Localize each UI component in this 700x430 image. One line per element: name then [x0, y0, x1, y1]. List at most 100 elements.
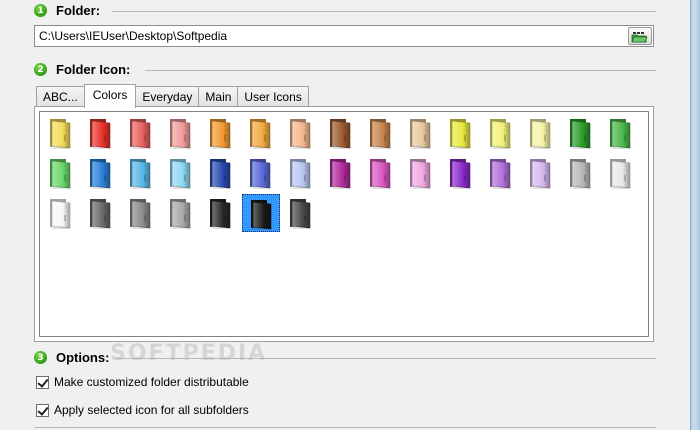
distributable-checkbox[interactable]: [36, 375, 49, 389]
open-folder-icon: [631, 32, 648, 43]
folder-icon-option[interactable]: [562, 114, 600, 152]
folder-icon-option[interactable]: [162, 194, 200, 232]
folder-icon-option[interactable]: [442, 114, 480, 152]
folder-icon-option[interactable]: [242, 154, 280, 192]
folder-icon: [210, 119, 231, 149]
folder-section-divider: [112, 11, 656, 12]
folder-icon-option[interactable]: [42, 114, 80, 152]
step-3-badge: 3: [34, 351, 47, 364]
folder-icon-option[interactable]: [522, 154, 560, 192]
distributable-option[interactable]: Make customized folder distributable: [36, 374, 249, 390]
folder-icon: [130, 199, 151, 229]
step-2-badge: 2: [34, 63, 47, 76]
folder-icon-option[interactable]: [162, 114, 200, 152]
folder-icon-option[interactable]: [122, 114, 160, 152]
folder-icon-option[interactable]: [202, 194, 240, 232]
folder-icon: [370, 159, 391, 189]
folder-icon-option[interactable]: [402, 154, 440, 192]
folder-icon-option[interactable]: [562, 154, 600, 192]
subfolders-checkbox[interactable]: [36, 403, 49, 417]
folder-icon-option[interactable]: [82, 154, 120, 192]
folder-icon-option[interactable]: [602, 114, 640, 152]
folder-icon: [250, 119, 271, 149]
folder-icon: [210, 159, 231, 189]
folder-icon: [90, 119, 111, 149]
folder-icon: [610, 119, 631, 149]
folder-icon-option[interactable]: [242, 114, 280, 152]
folder-icon: [210, 199, 231, 229]
folder-path-input[interactable]: C:\Users\IEUser\Desktop\Softpedia: [34, 25, 654, 47]
folder-icon-option[interactable]: [82, 194, 120, 232]
distributable-label: Make customized folder distributable: [54, 375, 249, 389]
folder-icon-option[interactable]: [242, 194, 280, 232]
options-section-title: Options:: [56, 350, 110, 365]
folder-icon-option[interactable]: [482, 114, 520, 152]
folder-icon: [530, 159, 551, 189]
tab-user-icons[interactable]: User Icons: [237, 86, 309, 107]
folder-icon-option[interactable]: [122, 154, 160, 192]
folder-icon-option[interactable]: [482, 154, 520, 192]
softpedia-watermark: SOFTPEDIA: [110, 341, 268, 366]
folder-icon: [370, 119, 391, 149]
window-frame-right: [690, 0, 700, 430]
folder-icon: [251, 200, 272, 230]
tab-main[interactable]: Main: [198, 86, 239, 107]
folder-icon: [130, 119, 151, 149]
folder-icon-option[interactable]: [282, 154, 320, 192]
subfolders-label: Apply selected icon for all subfolders: [54, 403, 249, 417]
folder-icon: [50, 199, 71, 229]
folder-icon: [90, 199, 111, 229]
folder-icon-option[interactable]: [162, 154, 200, 192]
folder-icon-option[interactable]: [282, 194, 320, 232]
folder-icon: [50, 159, 71, 189]
folder-icon-option[interactable]: [42, 194, 80, 232]
folder-section-title: Folder:: [56, 3, 101, 18]
folder-icon: [290, 119, 311, 149]
folder-icon: [450, 119, 471, 149]
folder-icon-option[interactable]: [322, 154, 360, 192]
folder-icon-option[interactable]: [82, 114, 120, 152]
folder-icon: [330, 119, 351, 149]
folder-icon: [250, 159, 271, 189]
folder-icon-option[interactable]: [522, 114, 560, 152]
folder-icon: [570, 159, 591, 189]
folder-icon: [490, 119, 511, 149]
folder-icon-option[interactable]: [42, 154, 80, 192]
tab-colors[interactable]: Colors: [83, 84, 137, 108]
folder-icon-option[interactable]: [202, 114, 240, 152]
folder-icon-section-title: Folder Icon:: [56, 62, 131, 77]
folder-icon: [530, 119, 551, 149]
folder-icon-option[interactable]: [122, 194, 160, 232]
folder-icon-option[interactable]: [602, 154, 640, 192]
folder-icon-option[interactable]: [202, 154, 240, 192]
folder-icon: [330, 159, 351, 189]
folder-icon: [610, 159, 631, 189]
folder-icon: [490, 159, 511, 189]
folder-icon-option[interactable]: [282, 114, 320, 152]
folder-settings-window: 1 Folder: C:\Users\IEUser\Desktop\Softpe…: [0, 0, 700, 430]
folder-icon-option[interactable]: [402, 114, 440, 152]
tab-everyday[interactable]: Everyday: [135, 86, 200, 107]
folder-icon: [410, 119, 431, 149]
folder-icon: [170, 199, 191, 229]
folder-icon: [290, 199, 311, 229]
folder-icon: [290, 159, 311, 189]
folder-icon-option[interactable]: [362, 114, 400, 152]
folder-icon-option[interactable]: [362, 154, 400, 192]
bottom-divider: [34, 427, 656, 428]
folder-icon-option[interactable]: [322, 114, 360, 152]
folder-icon-panel: [34, 106, 654, 342]
folder-icon: [90, 159, 111, 189]
folder-icon: [410, 159, 431, 189]
folder-icon: [170, 119, 191, 149]
icon-category-tabs: ABC... Colors Everyday Main User Icons: [36, 84, 309, 108]
subfolders-option[interactable]: Apply selected icon for all subfolders: [36, 402, 249, 418]
folder-icon: [50, 119, 71, 149]
folder-icon: [450, 159, 471, 189]
folder-icon-option[interactable]: [442, 154, 480, 192]
browse-folder-button[interactable]: [628, 27, 652, 45]
folder-icon: [130, 159, 151, 189]
folder-icon-section-divider: [145, 70, 656, 71]
tab-abc[interactable]: ABC...: [36, 86, 85, 107]
folder-icon-grid: [39, 111, 649, 337]
